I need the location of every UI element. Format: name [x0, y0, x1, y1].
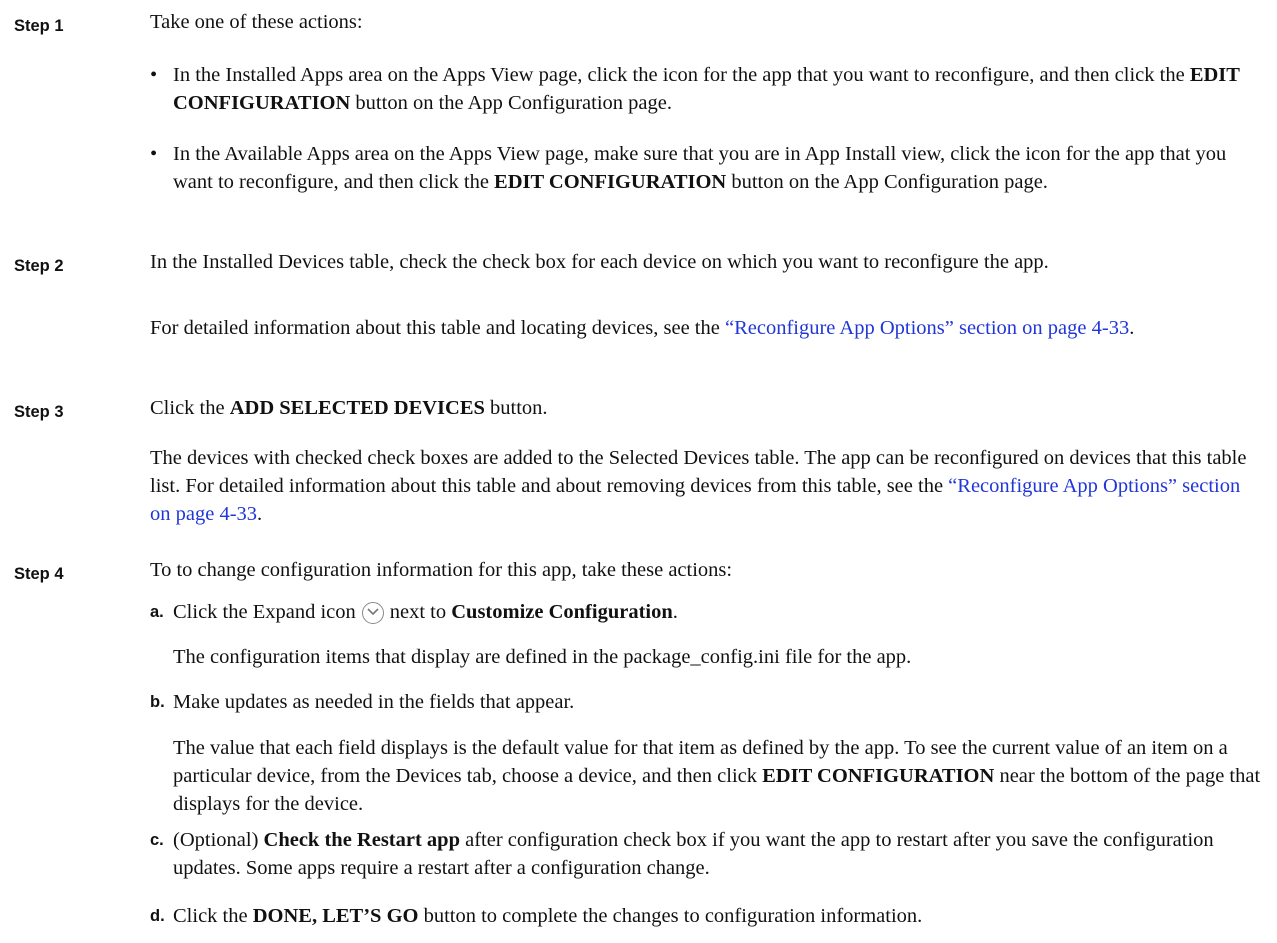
bullet-dot-icon: •: [150, 143, 158, 165]
step-1-intro: Take one of these actions:: [150, 11, 363, 33]
reconfigure-app-options-link[interactable]: “Reconfigure App Options” section on pag…: [725, 317, 1129, 339]
step-2-note: For detailed information about this tabl…: [150, 317, 1135, 339]
step-3-label: Step 3: [14, 403, 64, 421]
step-4b-note: The value that each field displays is th…: [173, 737, 1261, 815]
step-1-label: Step 1: [14, 17, 64, 35]
step-4-label: Step 4: [14, 565, 64, 583]
step-3-text: Click the ADD SELECTED DEVICES button.: [150, 397, 548, 419]
step-3-note: The devices with checked check boxes are…: [150, 447, 1247, 525]
expand-icon: [361, 602, 384, 624]
step-4-intro: To to change configuration information f…: [150, 559, 733, 581]
step-2-label: Step 2: [14, 257, 64, 275]
step-2-text: In the Installed Devices table, check th…: [150, 251, 1049, 273]
step-4a-note: The configuration items that display are…: [173, 646, 912, 668]
bullet-dot-icon: •: [150, 64, 158, 86]
